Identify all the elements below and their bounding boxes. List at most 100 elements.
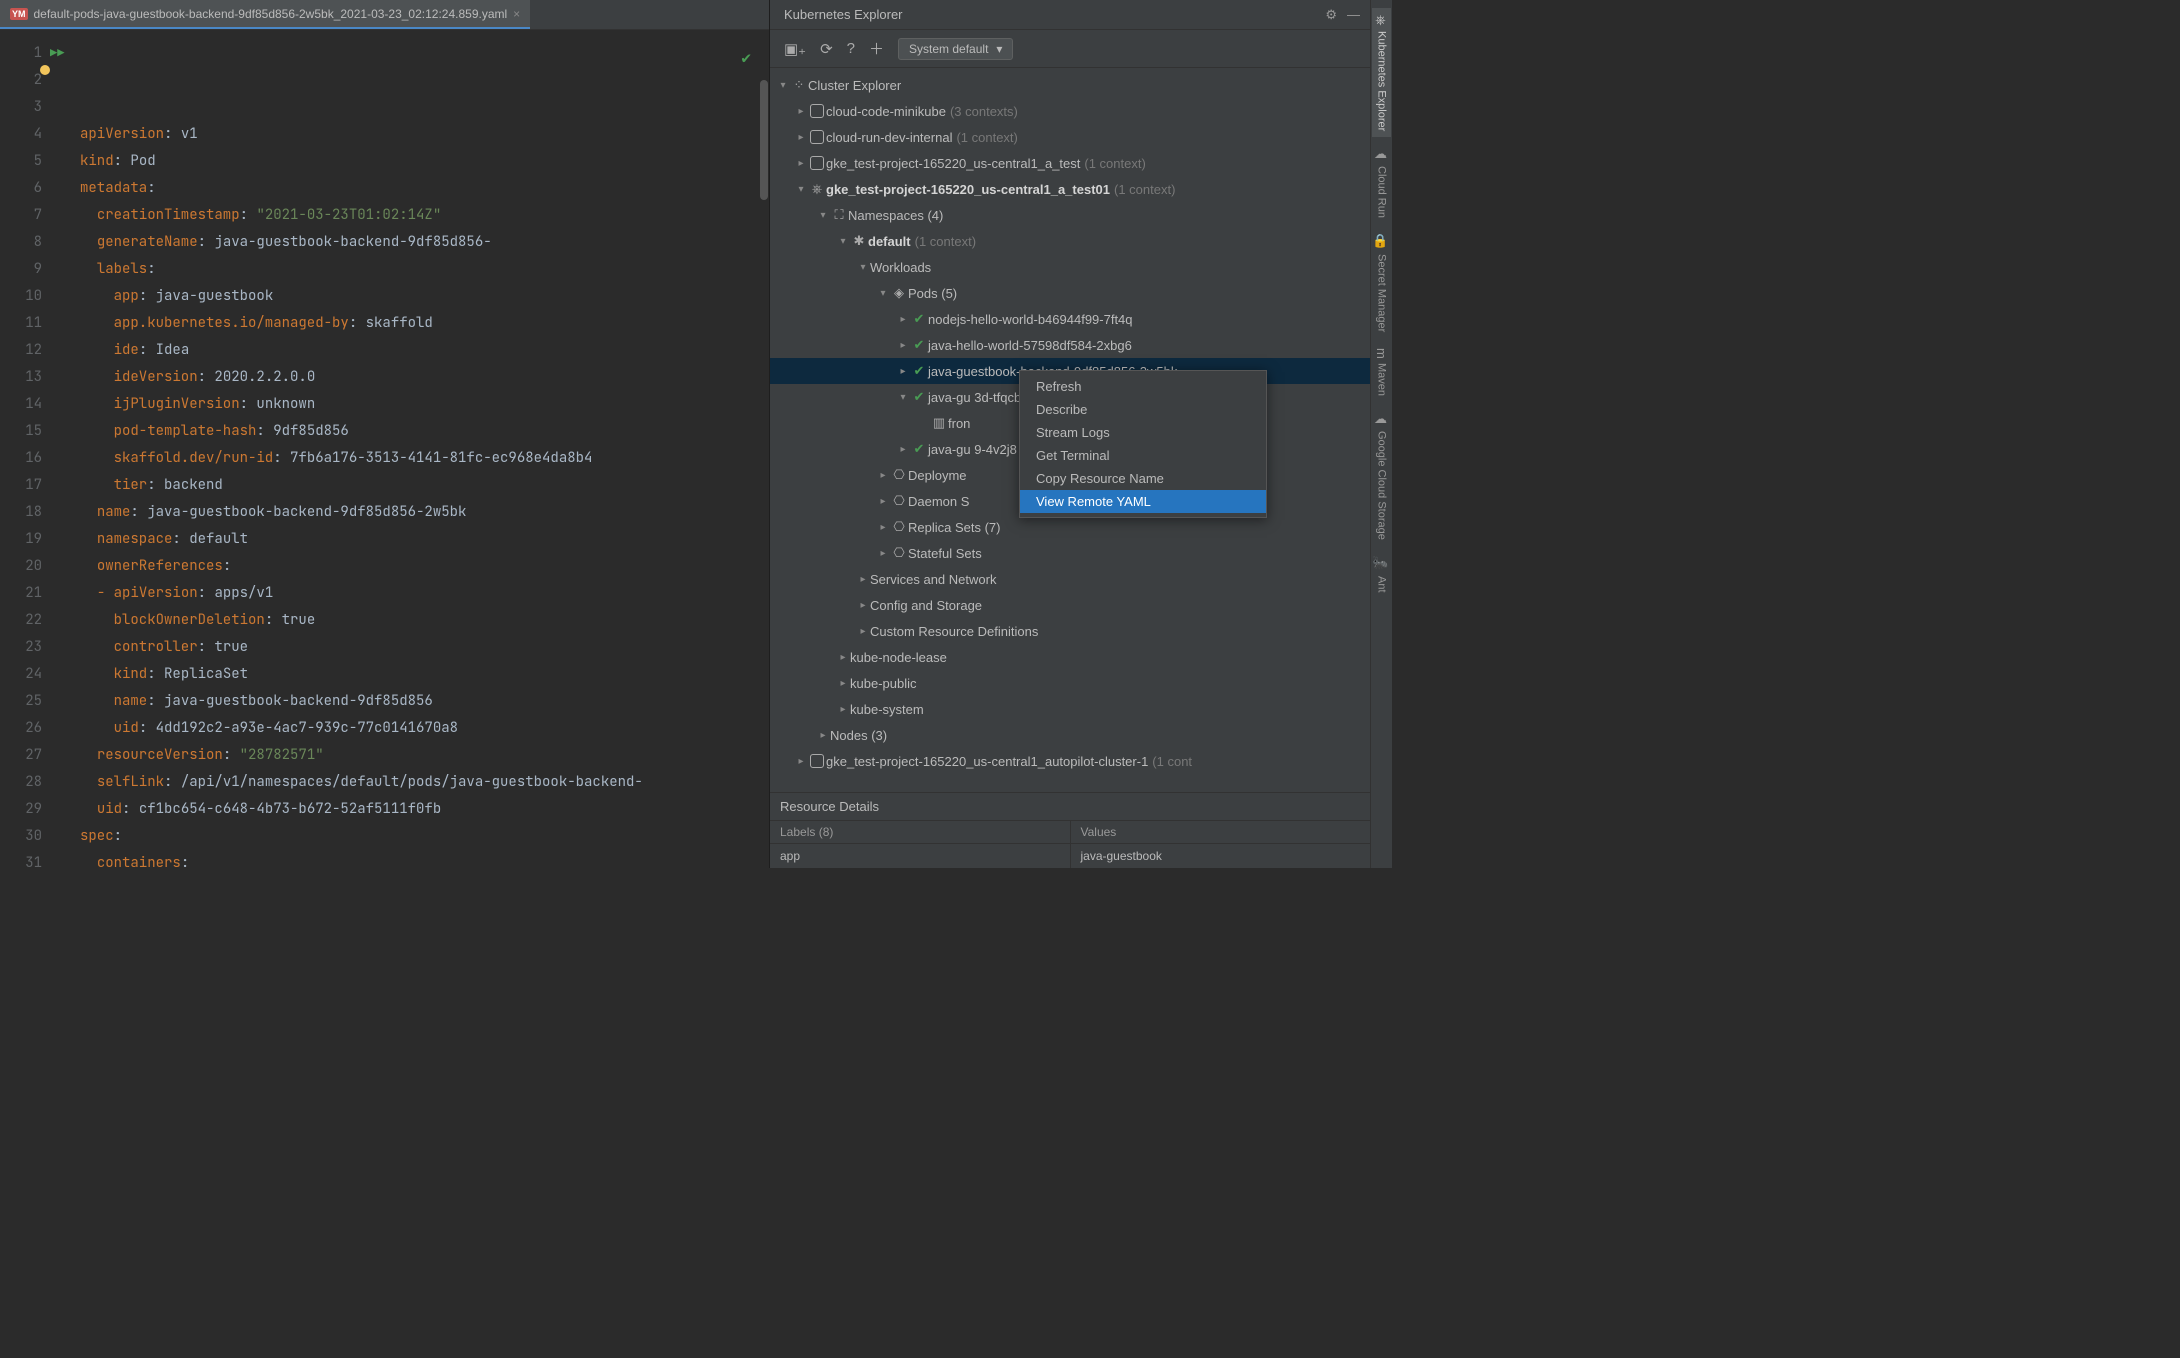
code-body[interactable]: apiVersion: v1kind: Podmetadata: creatio… <box>80 30 769 868</box>
tree-node[interactable]: ◈Pods (5) <box>770 280 1370 306</box>
expand-arrow-icon[interactable] <box>876 522 890 533</box>
code-line[interactable]: ide: Idea <box>80 337 769 364</box>
code-line[interactable]: apiVersion: v1 <box>80 121 769 148</box>
refresh-icon[interactable]: ⟳ <box>820 40 833 58</box>
code-line[interactable]: uid: cf1bc654-c648-4b73-b672-52af5111f0f… <box>80 796 769 823</box>
code-line[interactable]: uid: 4dd192c2-a93e-4ac7-939c-77c0141670a… <box>80 715 769 742</box>
pod-tree-node[interactable]: ✔java-hello-world-57598df584-2xbg6 <box>770 332 1370 358</box>
tool-tab[interactable]: mMaven <box>1372 342 1391 402</box>
add-cluster-icon[interactable]: ▣₊ <box>784 40 806 58</box>
expand-arrow-icon[interactable] <box>794 106 808 117</box>
breakpoint-icon[interactable] <box>40 65 50 75</box>
expand-arrow-icon[interactable] <box>876 470 890 481</box>
expand-arrow-icon[interactable] <box>896 444 910 455</box>
code-line[interactable]: controller: true <box>80 634 769 661</box>
code-line[interactable]: blockOwnerDeletion: true <box>80 607 769 634</box>
code-editor[interactable]: 1234567891011121314151617181920212223242… <box>0 30 769 868</box>
code-line[interactable]: metadata: <box>80 175 769 202</box>
tree-node[interactable]: ✱default(1 context) <box>770 228 1370 254</box>
tree-node[interactable]: ⁘Cluster Explorer <box>770 72 1370 98</box>
expand-arrow-icon[interactable] <box>856 626 870 637</box>
context-menu-item[interactable]: View Remote YAML <box>1020 490 1266 513</box>
code-line[interactable]: pod-template-hash: 9df85d856 <box>80 418 769 445</box>
expand-arrow-icon[interactable] <box>856 574 870 585</box>
expand-arrow-icon[interactable] <box>836 652 850 663</box>
help-icon[interactable]: ? <box>847 40 855 57</box>
tree-node[interactable]: cloud-code-minikube(3 contexts) <box>770 98 1370 124</box>
tool-tab[interactable]: ☁Google Cloud Storage <box>1372 406 1391 546</box>
code-line[interactable]: ijPluginVersion: unknown <box>80 391 769 418</box>
context-menu-item[interactable]: Stream Logs <box>1020 421 1266 444</box>
context-menu-item[interactable]: Refresh <box>1020 375 1266 398</box>
context-select[interactable]: System default ▾ <box>898 38 1013 60</box>
pod-tree-node[interactable]: ✔nodejs-hello-world-b46944f99-7ft4q <box>770 306 1370 332</box>
tree-node[interactable]: ⛶Namespaces (4) <box>770 202 1370 228</box>
analysis-ok-icon[interactable]: ✔ <box>741 44 751 71</box>
editor-tab[interactable]: YM default-pods-java-guestbook-backend-9… <box>0 0 530 29</box>
tree-node[interactable]: ⎔Stateful Sets <box>770 540 1370 566</box>
expand-arrow-icon[interactable] <box>876 496 890 507</box>
tool-tab[interactable]: ☁Cloud Run <box>1372 141 1391 224</box>
code-line[interactable]: resourceVersion: "28782571" <box>80 742 769 769</box>
code-line[interactable]: labels: <box>80 256 769 283</box>
expand-arrow-icon[interactable] <box>876 288 890 299</box>
code-line[interactable]: name: java-guestbook-backend-9df85d856 <box>80 688 769 715</box>
tree-node[interactable]: gke_test-project-165220_us-central1_a_te… <box>770 150 1370 176</box>
expand-arrow-icon[interactable] <box>794 184 808 195</box>
tree-node[interactable]: kube-system <box>770 696 1370 722</box>
expand-arrow-icon[interactable] <box>896 392 910 403</box>
expand-arrow-icon[interactable] <box>836 704 850 715</box>
code-line[interactable]: selfLink: /api/v1/namespaces/default/pod… <box>80 769 769 796</box>
tree-node[interactable]: ⎈gke_test-project-165220_us-central1_a_t… <box>770 176 1370 202</box>
expand-arrow-icon[interactable] <box>836 678 850 689</box>
tree-node[interactable]: cloud-run-dev-internal(1 context) <box>770 124 1370 150</box>
code-line[interactable]: name: java-guestbook-backend-9df85d856-2… <box>80 499 769 526</box>
run-gutter-icon[interactable]: ▶▶ <box>50 45 64 61</box>
minimize-icon[interactable]: ― <box>1347 7 1360 23</box>
close-icon[interactable]: × <box>513 7 520 21</box>
expand-arrow-icon[interactable] <box>896 366 910 377</box>
expand-arrow-icon[interactable] <box>816 210 830 221</box>
context-menu-item[interactable]: Get Terminal <box>1020 444 1266 467</box>
code-line[interactable]: tier: backend <box>80 472 769 499</box>
code-line[interactable]: app.kubernetes.io/managed-by: skaffold <box>80 310 769 337</box>
tree-node[interactable]: Workloads <box>770 254 1370 280</box>
plus-icon[interactable]: ＋ <box>869 38 884 59</box>
tool-tab[interactable]: ⎈Kubernetes Explorer <box>1372 8 1391 137</box>
expand-arrow-icon[interactable] <box>794 756 808 767</box>
code-line[interactable]: ideVersion: 2020.2.2.0.0 <box>80 364 769 391</box>
context-menu-item[interactable]: Describe <box>1020 398 1266 421</box>
expand-arrow-icon[interactable] <box>794 158 808 169</box>
tree-node[interactable]: kube-node-lease <box>770 644 1370 670</box>
code-line[interactable]: spec: <box>80 823 769 850</box>
tool-tab[interactable]: 🔒Secret Manager <box>1372 228 1391 338</box>
code-line[interactable]: app: java-guestbook <box>80 283 769 310</box>
gear-icon[interactable]: ⚙ <box>1325 7 1337 23</box>
code-line[interactable]: skaffold.dev/run-id: 7fb6a176-3513-4141-… <box>80 445 769 472</box>
expand-arrow-icon[interactable] <box>896 340 910 351</box>
expand-arrow-icon[interactable] <box>816 730 830 741</box>
expand-arrow-icon[interactable] <box>776 80 790 91</box>
code-line[interactable]: creationTimestamp: "2021-03-23T01:02:14Z… <box>80 202 769 229</box>
code-line[interactable]: generateName: java-guestbook-backend-9df… <box>80 229 769 256</box>
code-line[interactable]: kind: Pod <box>80 148 769 175</box>
expand-arrow-icon[interactable] <box>856 262 870 273</box>
expand-arrow-icon[interactable] <box>876 548 890 559</box>
code-line[interactable]: containers: <box>80 850 769 868</box>
code-line[interactable]: kind: ReplicaSet <box>80 661 769 688</box>
code-line[interactable]: - apiVersion: apps/v1 <box>80 580 769 607</box>
code-line[interactable]: namespace: default <box>80 526 769 553</box>
tree-node[interactable]: Nodes (3) <box>770 722 1370 748</box>
code-line[interactable]: ownerReferences: <box>80 553 769 580</box>
context-menu-item[interactable]: Copy Resource Name <box>1020 467 1266 490</box>
expand-arrow-icon[interactable] <box>896 314 910 325</box>
editor-scrollbar[interactable] <box>760 70 768 868</box>
tree-node[interactable]: Services and Network <box>770 566 1370 592</box>
tree-node[interactable]: kube-public <box>770 670 1370 696</box>
tree-node[interactable]: Custom Resource Definitions <box>770 618 1370 644</box>
expand-arrow-icon[interactable] <box>794 132 808 143</box>
expand-arrow-icon[interactable] <box>856 600 870 611</box>
expand-arrow-icon[interactable] <box>836 236 850 247</box>
tool-tab[interactable]: 🐜Ant <box>1372 550 1391 598</box>
tree-node[interactable]: gke_test-project-165220_us-central1_auto… <box>770 748 1370 774</box>
